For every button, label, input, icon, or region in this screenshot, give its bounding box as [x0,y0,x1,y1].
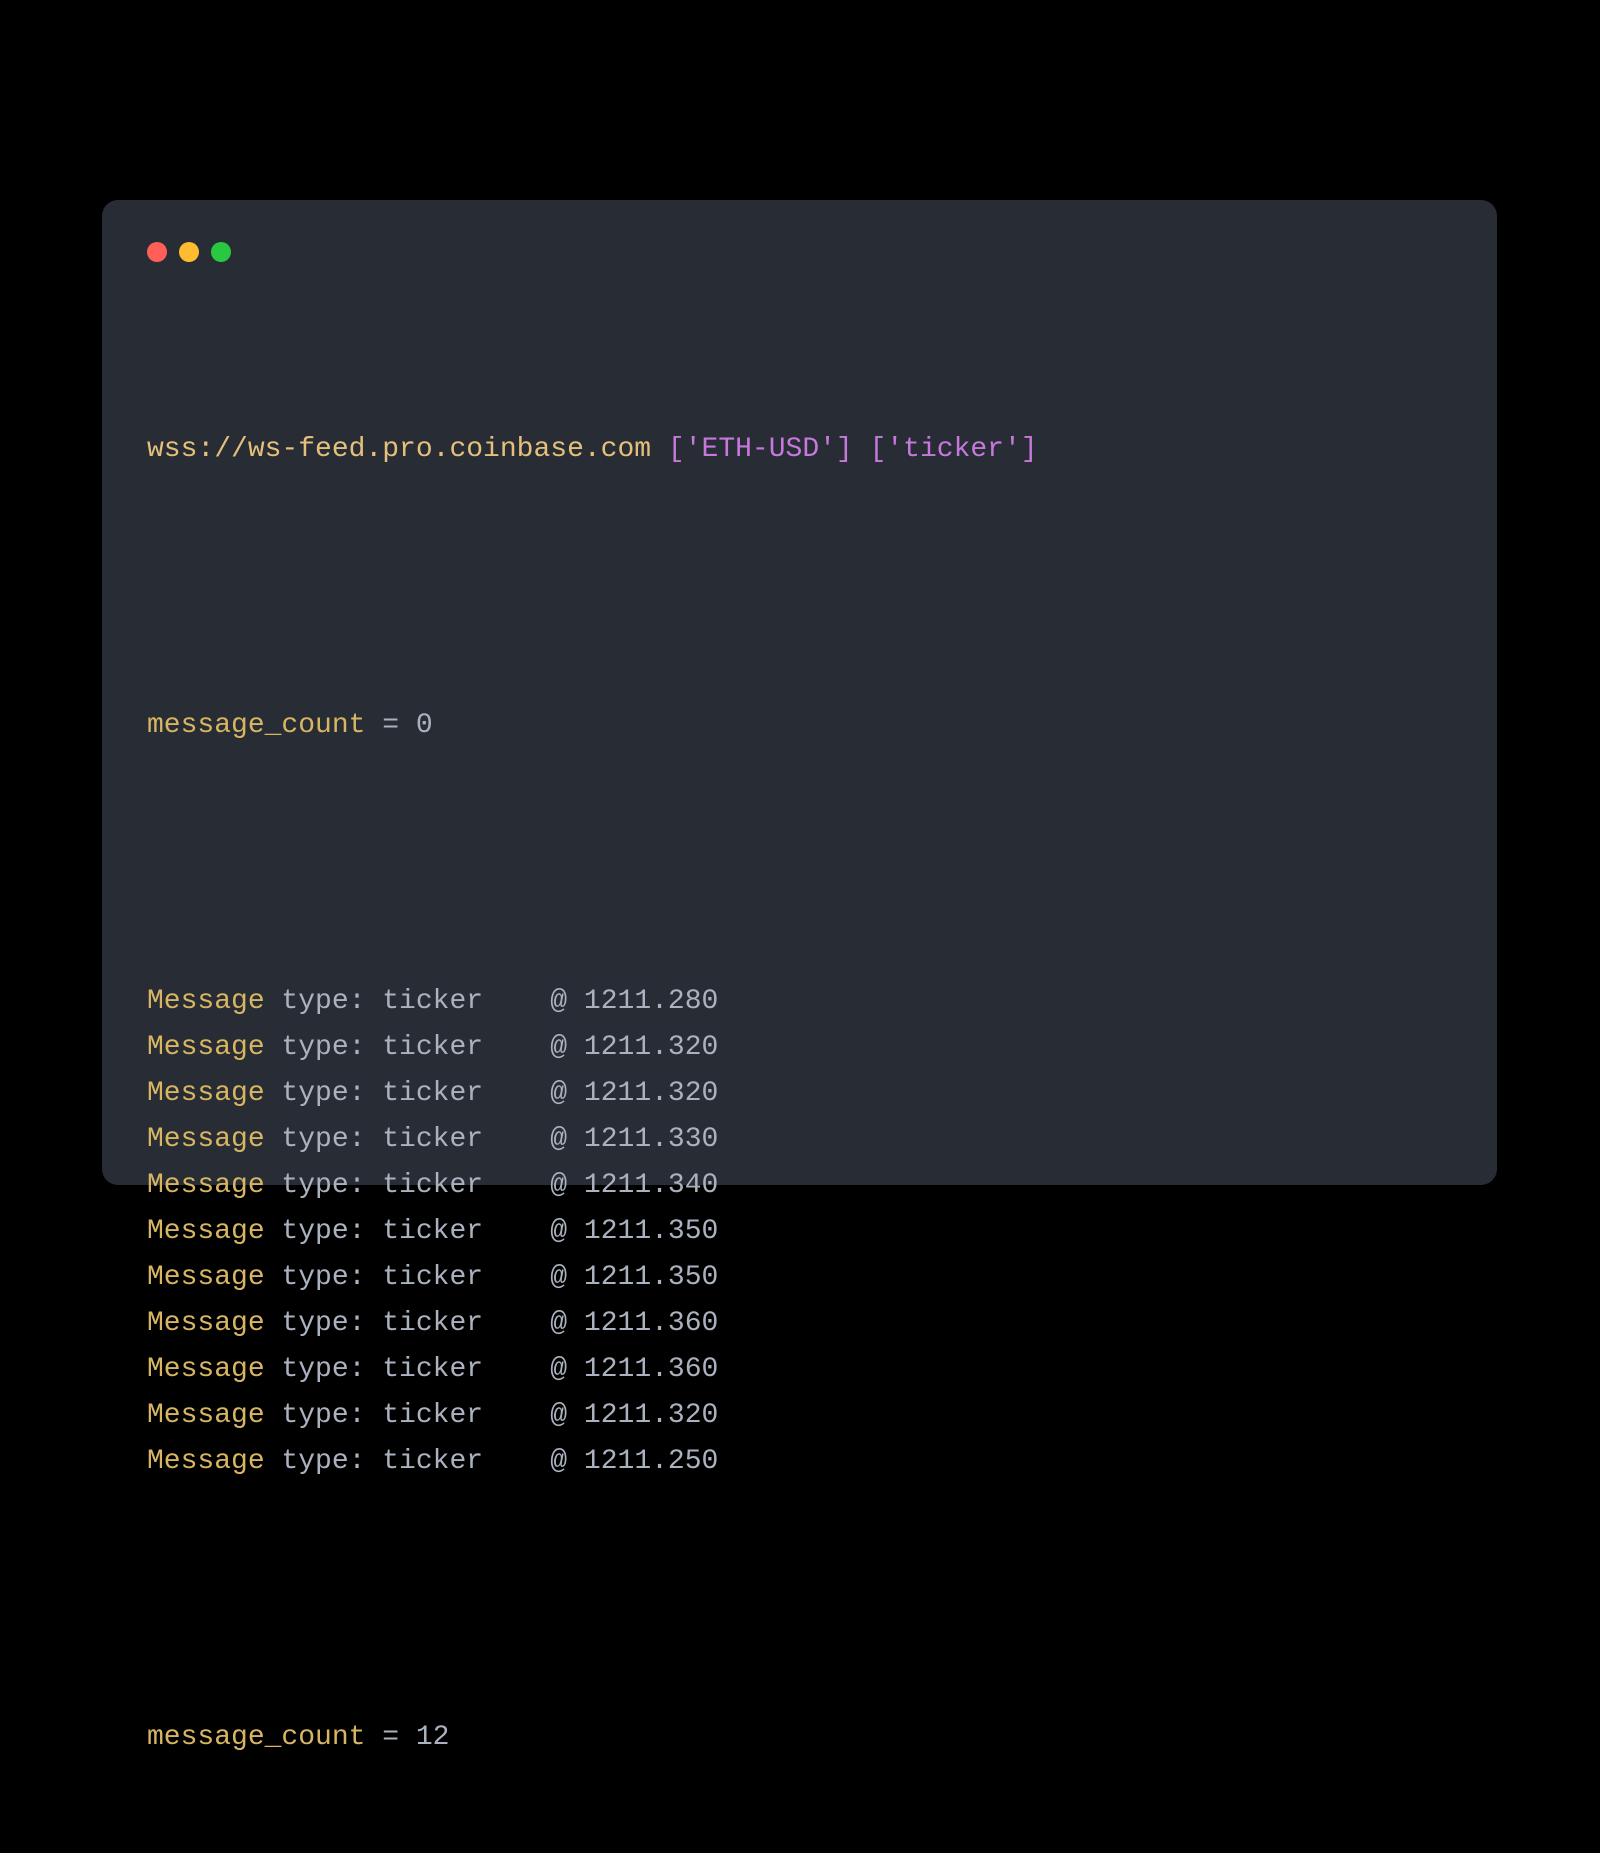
minimize-icon[interactable] [179,242,199,262]
type-value: ticker [382,1400,483,1431]
count-label: message_count [147,1722,365,1753]
price-value: 1211.280 [584,986,718,1017]
terminal-output: wss://ws-feed.pro.coinbase.com ['ETH-USD… [147,335,1038,1853]
products-arg: ['ETH-USD'] [668,434,853,465]
message-label: Message [147,1216,265,1247]
channels-arg: ['ticker'] [870,434,1038,465]
ticker-line: Message type: ticker @ 1211.250 [147,1439,1038,1485]
type-label: type: [265,1124,383,1155]
at-symbol: @ [483,1078,584,1109]
at-symbol: @ [483,1400,584,1431]
equals-sign: = [365,1722,415,1753]
type-label: type: [265,1216,383,1247]
message-label: Message [147,986,265,1017]
at-symbol: @ [483,1032,584,1063]
at-symbol: @ [483,1216,584,1247]
type-value: ticker [382,1078,483,1109]
message-count-start: message_count = 0 [147,703,1038,749]
message-label: Message [147,1400,265,1431]
price-value: 1211.320 [584,1078,718,1109]
at-symbol: @ [483,1446,584,1477]
price-value: 1211.350 [584,1262,718,1293]
ticker-line: Message type: ticker @ 1211.320 [147,1071,1038,1117]
type-label: type: [265,1354,383,1385]
type-value: ticker [382,1262,483,1293]
type-label: type: [265,1446,383,1477]
at-symbol: @ [483,1124,584,1155]
ticker-line: Message type: ticker @ 1211.360 [147,1301,1038,1347]
type-value: ticker [382,1354,483,1385]
count-value: 0 [416,710,433,741]
message-label: Message [147,1170,265,1201]
ticker-line: Message type: ticker @ 1211.350 [147,1209,1038,1255]
type-label: type: [265,1170,383,1201]
type-label: type: [265,1400,383,1431]
ticker-line: Message type: ticker @ 1211.330 [147,1117,1038,1163]
equals-sign: = [365,710,415,741]
price-value: 1211.350 [584,1216,718,1247]
message-label: Message [147,1262,265,1293]
type-label: type: [265,1262,383,1293]
ticker-line: Message type: ticker @ 1211.320 [147,1025,1038,1071]
count-label: message_count [147,710,365,741]
close-icon[interactable] [147,242,167,262]
type-value: ticker [382,1308,483,1339]
at-symbol: @ [483,986,584,1017]
type-label: type: [265,1032,383,1063]
price-value: 1211.360 [584,1308,718,1339]
ticker-line: Message type: ticker @ 1211.350 [147,1255,1038,1301]
message-label: Message [147,1354,265,1385]
message-count-end: message_count = 12 [147,1715,1038,1761]
type-label: type: [265,986,383,1017]
at-symbol: @ [483,1354,584,1385]
type-value: ticker [382,1170,483,1201]
message-label: Message [147,1446,265,1477]
message-label: Message [147,1124,265,1155]
type-label: type: [265,1308,383,1339]
zoom-icon[interactable] [211,242,231,262]
price-value: 1211.320 [584,1400,718,1431]
message-label: Message [147,1032,265,1063]
type-value: ticker [382,1032,483,1063]
price-value: 1211.360 [584,1354,718,1385]
price-value: 1211.340 [584,1170,718,1201]
ticker-line: Message type: ticker @ 1211.280 [147,979,1038,1025]
type-value: ticker [382,1446,483,1477]
at-symbol: @ [483,1262,584,1293]
ticker-line: Message type: ticker @ 1211.360 [147,1347,1038,1393]
price-value: 1211.250 [584,1446,718,1477]
at-symbol: @ [483,1308,584,1339]
ws-url: wss://ws-feed.pro.coinbase.com [147,434,651,465]
type-value: ticker [382,986,483,1017]
at-symbol: @ [483,1170,584,1201]
window-titlebar [147,242,231,262]
type-value: ticker [382,1216,483,1247]
ticker-line: Message type: ticker @ 1211.320 [147,1393,1038,1439]
message-label: Message [147,1308,265,1339]
ticker-line: Message type: ticker @ 1211.340 [147,1163,1038,1209]
type-value: ticker [382,1124,483,1155]
count-value: 12 [416,1722,450,1753]
connection-line: wss://ws-feed.pro.coinbase.com ['ETH-USD… [147,427,1038,473]
message-label: Message [147,1078,265,1109]
price-value: 1211.330 [584,1124,718,1155]
type-label: type: [265,1078,383,1109]
price-value: 1211.320 [584,1032,718,1063]
terminal-window: wss://ws-feed.pro.coinbase.com ['ETH-USD… [102,200,1497,1185]
